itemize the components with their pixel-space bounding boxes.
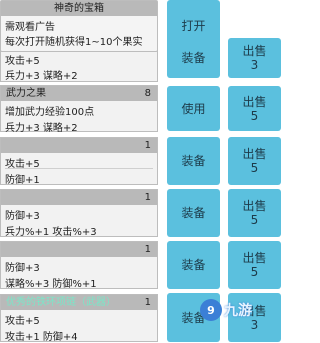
- sell-count: 5: [250, 161, 259, 175]
- equip-button-label: 装备: [181, 154, 206, 168]
- item-card: 优秀的铁环项链（武器） 1 攻击+5 攻击+1 防御+4: [0, 294, 158, 343]
- treasure-box-popup: 神奇的宝箱 需观看广告 每次打开随机获得1~10个果实: [0, 0, 158, 52]
- stat-line: 防御+3: [5, 263, 40, 274]
- stat-line: 兵力+3 谋略+2: [5, 71, 78, 82]
- item-card: 1 攻击+5 防御+1: [0, 137, 158, 186]
- stat-line: 增加武力经验100点: [5, 107, 95, 118]
- stat-line: 攻击+1 防御+4: [5, 332, 78, 343]
- sell-button[interactable]: 出售 5: [228, 189, 281, 237]
- equip-button[interactable]: 装备: [167, 38, 220, 78]
- item-count: 1: [144, 297, 151, 308]
- divider: [5, 168, 153, 169]
- item-name: 武力之果: [6, 88, 46, 99]
- sell-count: 5: [250, 265, 259, 279]
- sell-label: 出售: [242, 44, 267, 58]
- stat-line: 谋略%+3 防御%+1: [5, 279, 97, 290]
- use-button-label: 使用: [181, 101, 206, 116]
- equip-button-label: 装备: [181, 51, 206, 65]
- item-count: 1: [144, 192, 151, 203]
- stat-line: 攻击+5: [5, 316, 40, 327]
- stat-line: 防御+1: [5, 175, 40, 186]
- use-button[interactable]: 使用: [167, 86, 220, 131]
- sell-label: 出售: [242, 199, 267, 213]
- stat-line: 兵力+3 谋略+2: [5, 123, 78, 134]
- popup-line-1: 需观看广告: [5, 22, 55, 33]
- equip-button-label: 装备: [181, 206, 206, 220]
- sell-label: 出售: [242, 251, 267, 265]
- item-header: 优秀的铁环项链（武器） 1: [1, 295, 157, 310]
- sell-button[interactable]: 出售 5: [228, 137, 281, 185]
- item-count: 1: [144, 140, 151, 151]
- sell-count: 3: [250, 58, 259, 72]
- sell-button[interactable]: 出售 5: [228, 241, 281, 289]
- popup-title: 神奇的宝箱: [1, 1, 157, 16]
- item-header: 1: [1, 242, 157, 257]
- item-card: 武力之果 8 增加武力经验100点 兵力+3 谋略+2: [0, 85, 158, 134]
- open-button-label: 打开: [181, 19, 206, 33]
- sell-button[interactable]: 出售 5: [228, 86, 281, 131]
- item-header: 1: [1, 190, 157, 205]
- stat-line: 防御+3: [5, 211, 40, 222]
- sell-count: 5: [250, 213, 259, 227]
- watermark-text: 九游: [224, 303, 252, 319]
- item-name: 优秀的铁环项链（武器）: [6, 297, 116, 308]
- item-card: 1 防御+3 谋略%+3 防御%+1: [0, 241, 158, 290]
- sell-button[interactable]: 出售 3: [228, 38, 281, 78]
- watermark-logo: 9 九游: [200, 296, 272, 324]
- item-card: 1 防御+3 兵力%+1 攻击%+3: [0, 189, 158, 238]
- stat-line: 兵力%+1 攻击%+3: [5, 227, 97, 238]
- sell-label: 出售: [242, 147, 267, 161]
- item-header: 1: [1, 138, 157, 153]
- equip-button[interactable]: 装备: [167, 137, 220, 185]
- sell-label: 出售: [242, 94, 267, 109]
- item-header: 武力之果 8: [1, 86, 157, 101]
- popup-line-2: 每次打开随机获得1~10个果实: [5, 37, 143, 48]
- equip-button-label: 装备: [181, 258, 206, 272]
- equip-button[interactable]: 装备: [167, 189, 220, 237]
- stat-line: 攻击+5: [5, 56, 40, 67]
- item-count: 1: [144, 244, 151, 255]
- equip-button[interactable]: 装备: [167, 241, 220, 289]
- watermark-logo-icon: 9: [200, 299, 222, 321]
- sell-count: 5: [250, 108, 259, 123]
- item-count: 8: [144, 88, 151, 99]
